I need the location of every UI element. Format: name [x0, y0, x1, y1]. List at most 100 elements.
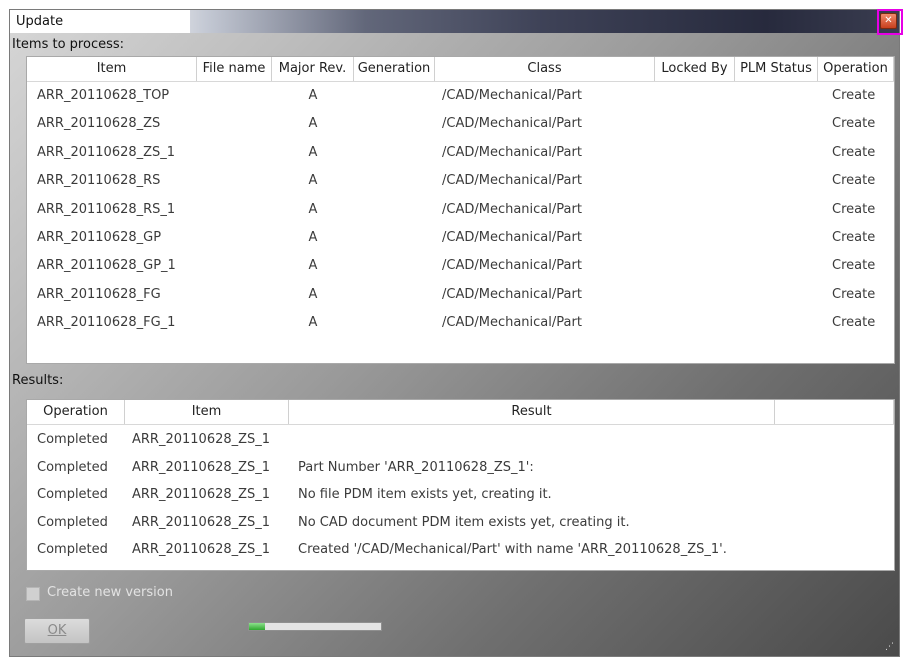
items-table-cell: [655, 281, 735, 309]
items-table-cell: [735, 110, 818, 138]
items-table-cell: Create: [832, 88, 876, 103]
results-label: Results:: [12, 373, 64, 388]
items-table-cell: /CAD/Mechanical/Part: [442, 144, 582, 160]
items-table-cell: [655, 110, 735, 138]
items-column-header[interactable]: Operation: [818, 57, 894, 81]
items-table-row[interactable]: ARR_20110628_FG_1 A/CAD/Mechanical/Part Cr…: [27, 309, 894, 337]
results-table-row[interactable]: Completed ARR_20110628_ZS_1: [27, 426, 894, 453]
items-table-cell: ARR_20110628_ZS: [37, 116, 161, 132]
items-table-cell: /CAD/Mechanical/Part: [442, 201, 582, 217]
items-table-row[interactable]: ARR_20110628_RS_1 A/CAD/Mechanical/Part Cr…: [27, 196, 894, 224]
close-button[interactable]: ✕: [880, 13, 897, 29]
items-table-cell: [354, 139, 435, 167]
items-table-row[interactable]: ARR_20110628_GP A/CAD/Mechanical/Part Crea…: [27, 224, 894, 252]
items-table-cell: [735, 252, 818, 280]
results-table-cell: Completed: [37, 432, 108, 447]
items-table-cell: Create: [832, 144, 876, 160]
results-table-cell: ARR_20110628_ZS_1: [132, 487, 271, 503]
items-table-header: Item File name Major Rev. Generation Class Lo…: [27, 57, 894, 82]
items-table-cell: [655, 139, 735, 167]
items-table-cell: ARR_20110628_RS: [37, 173, 161, 189]
items-table-cell: [197, 196, 272, 224]
items-table-cell: Create: [832, 173, 876, 189]
items-table-cell: [197, 224, 272, 252]
items-column-header[interactable]: PLM Status: [735, 57, 818, 81]
results-column-header[interactable]: Item: [125, 400, 289, 424]
items-table-cell: [655, 167, 735, 195]
resize-grip-icon[interactable]: ⋰: [885, 642, 895, 652]
items-table-cell: /CAD/Mechanical/Part: [442, 173, 582, 189]
items-table-cell: Create: [832, 286, 876, 302]
items-table-cell: /CAD/Mechanical/Part: [442, 230, 582, 245]
results-table-row[interactable]: Completed ARR_20110628_ZS_1 No file PDM it…: [27, 481, 894, 508]
results-table-cell: Completed: [37, 459, 108, 475]
items-table-cell: Create: [832, 315, 876, 331]
ok-button[interactable]: OK: [24, 618, 90, 644]
items-table-cell: [655, 196, 735, 224]
items-table-cell: [735, 167, 818, 195]
results-table-cell: Completed: [37, 487, 108, 503]
items-table-cell: ARR_20110628_TOP: [37, 88, 170, 103]
results-table-cell: ARR_20110628_ZS_1: [132, 432, 271, 447]
results-table-cell: No CAD document PDM item exists yet, cre…: [298, 514, 630, 530]
items-table-cell: [354, 82, 435, 110]
items-table-cell: /CAD/Mechanical/Part: [442, 315, 582, 331]
items-table-row[interactable]: ARR_20110628_GP_1 A/CAD/Mechanical/Part Cr…: [27, 252, 894, 280]
items-table-cell: [735, 309, 818, 337]
items-table-cell: [655, 309, 735, 337]
items-table-cell: ARR_20110628_FG: [37, 286, 161, 302]
title-bar[interactable]: Update ✕: [10, 9, 903, 35]
items-table-cell: [735, 196, 818, 224]
items-table-cell: A: [308, 230, 318, 245]
items-table-cell: [735, 139, 818, 167]
progress-bar: [248, 622, 382, 631]
create-new-version-label: Create new version: [47, 585, 173, 600]
results-column-header[interactable]: [775, 400, 894, 424]
items-table-row[interactable]: ARR_20110628_TOP A/CAD/Mechanical/Part Cre…: [27, 82, 894, 110]
results-table-row[interactable]: Completed ARR_20110628_ZS_1 Created '/CAD/…: [27, 536, 894, 563]
items-table-row[interactable]: ARR_20110628_RS A/CAD/Mechanical/Part Crea…: [27, 167, 894, 195]
close-icon: ✕: [884, 15, 893, 26]
results-table-cell: ARR_20110628_ZS_1: [132, 542, 271, 558]
items-table-row[interactable]: ARR_20110628_ZS_1 A/CAD/Mechanical/Part Cr…: [27, 139, 894, 167]
items-table-cell: [197, 252, 272, 280]
results-table-row[interactable]: Completed ARR_20110628_ZS_1 No CAD documen…: [27, 509, 894, 536]
items-table[interactable]: Item File name Major Rev. Generation Class Lo…: [26, 56, 895, 364]
items-table-cell: A: [308, 173, 318, 189]
items-table-cell: ARR_20110628_FG_1: [37, 315, 176, 331]
items-table-cell: ARR_20110628_GP: [37, 230, 162, 245]
items-table-cell: [354, 281, 435, 309]
items-table-cell: A: [308, 144, 318, 160]
items-table-cell: [197, 110, 272, 138]
results-column-header[interactable]: Operation: [27, 400, 125, 424]
items-to-process-label: Items to process:: [12, 37, 125, 52]
results-table-header: Operation Item Result: [27, 400, 894, 425]
items-table-cell: /CAD/Mechanical/Part: [442, 286, 582, 302]
create-new-version-checkbox[interactable]: [26, 587, 40, 601]
items-column-header[interactable]: File name: [197, 57, 272, 81]
items-table-row[interactable]: ARR_20110628_FG A/CAD/Mechanical/Part Crea…: [27, 281, 894, 309]
results-table-cell: Completed: [37, 514, 108, 530]
items-column-header[interactable]: Class: [435, 57, 655, 81]
items-table-row[interactable]: ARR_20110628_ZS A/CAD/Mechanical/Part Crea…: [27, 110, 894, 138]
items-column-header[interactable]: Generation: [354, 57, 435, 81]
items-table-cell: A: [308, 88, 318, 103]
results-table-row[interactable]: Completed ARR_20110628_ZS_1 Part Number 'A…: [27, 454, 894, 481]
results-table[interactable]: Operation Item Result Completed ARR_2011062…: [26, 399, 895, 571]
results-table-cell: Completed: [37, 542, 108, 558]
results-table-cell: No file PDM item exists yet, creating it…: [298, 487, 552, 503]
items-table-cell: A: [308, 116, 318, 132]
items-table-cell: Create: [832, 230, 876, 245]
items-column-header[interactable]: Locked By: [655, 57, 735, 81]
items-table-cell: A: [308, 286, 318, 302]
items-table-cell: [735, 82, 818, 110]
items-table-cell: /CAD/Mechanical/Part: [442, 116, 582, 132]
items-column-header[interactable]: Item: [27, 57, 197, 81]
items-table-cell: Create: [832, 258, 876, 274]
items-table-cell: [735, 224, 818, 252]
items-table-cell: ARR_20110628_RS_1: [37, 201, 176, 217]
items-column-header[interactable]: Major Rev.: [272, 57, 354, 81]
items-table-cell: [354, 252, 435, 280]
items-table-cell: [354, 110, 435, 138]
results-column-header[interactable]: Result: [289, 400, 775, 424]
